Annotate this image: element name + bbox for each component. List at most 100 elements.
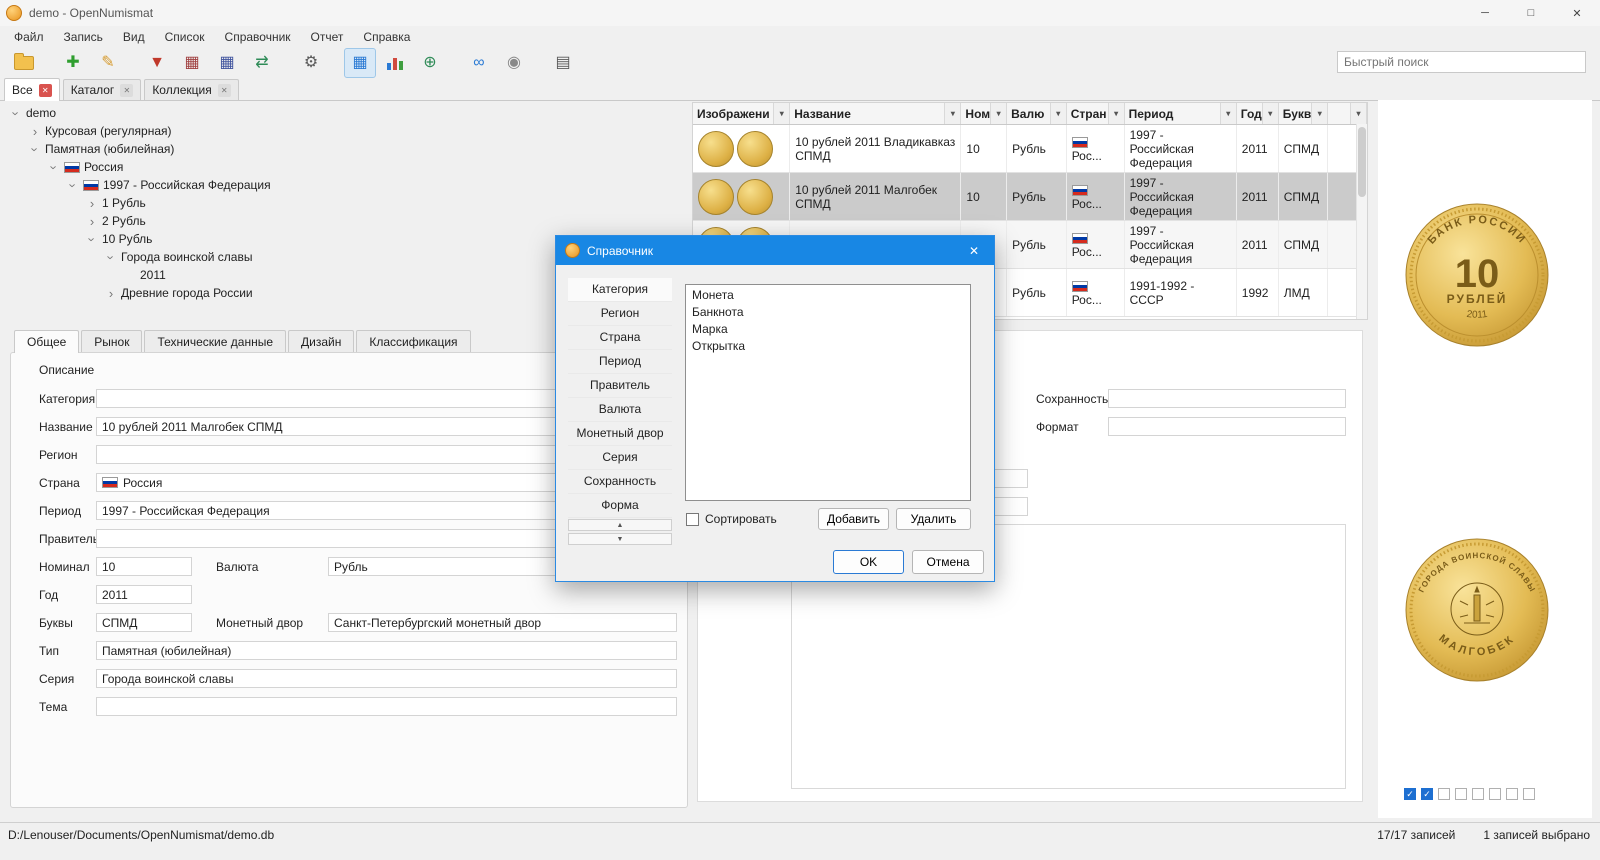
tree-expander-icon[interactable]: › — [29, 125, 41, 138]
settings-button[interactable]: ⚙ — [295, 48, 327, 78]
tab-close-icon[interactable]: ✕ — [38, 83, 52, 97]
tab-close-icon[interactable]: ✕ — [217, 83, 231, 97]
dialog-list-item-4[interactable]: Открытка — [686, 338, 970, 355]
column-header-1[interactable]: Изображени ▾ — [693, 103, 791, 125]
tree-expander-icon[interactable]: › — [28, 143, 43, 155]
add-record-button[interactable]: ✚ — [57, 48, 89, 78]
tree-expander-icon[interactable]: › — [105, 287, 117, 300]
minimize-button[interactable]: ─ — [1462, 0, 1508, 26]
sort-checkbox[interactable] — [686, 512, 699, 526]
dialog-section-7[interactable]: Монетный двор — [568, 422, 672, 446]
cell-year[interactable]: 2011 — [1236, 220, 1279, 269]
cell-year[interactable]: 2011 — [1236, 172, 1279, 221]
dialog-close-button[interactable]: ✕ — [954, 236, 994, 265]
column-header-6[interactable]: Период ▾ — [1124, 103, 1237, 125]
cell-letters[interactable]: СПМД — [1278, 220, 1329, 269]
cell-country[interactable]: Рос... — [1066, 220, 1125, 269]
view-tab-catalog[interactable]: Каталог ✕ — [62, 79, 142, 100]
tree-item-5[interactable]: › 1997 - Российская Федерация — [6, 176, 686, 194]
dialog-section-1[interactable]: Категория — [568, 278, 672, 302]
table-scrollbar[interactable] — [1356, 124, 1367, 319]
tree-expander-icon[interactable]: › — [47, 161, 62, 173]
cell-letters[interactable]: ЛМД — [1278, 268, 1329, 317]
cell-period[interactable]: 1997 - Российская Федерация — [1124, 220, 1237, 269]
dialog-section-10[interactable]: Форма — [568, 494, 672, 518]
tree-expander-icon[interactable]: › — [9, 107, 24, 119]
detail-tab-2[interactable]: Рынок — [81, 330, 143, 353]
price-button[interactable]: ◉ — [498, 48, 530, 78]
column-header-4[interactable]: Валю ▾ — [1006, 103, 1067, 125]
column-header-9[interactable]: ▾ — [1327, 103, 1367, 125]
dialog-section-5[interactable]: Правитель — [568, 374, 672, 398]
coin-reverse-image[interactable]: ГОРОДА ВОИНСКОЙ СЛАВЫ МАЛГОБЕК — [1402, 535, 1552, 685]
table-scrollbar-thumb[interactable] — [1358, 127, 1366, 197]
cell-images[interactable] — [693, 124, 791, 173]
view-tab-collection[interactable]: Коллекция ✕ — [144, 79, 239, 100]
table-clean-button[interactable]: ▦ — [176, 48, 208, 78]
cell-currency[interactable]: Рубль — [1006, 268, 1067, 317]
menu-view[interactable]: Вид — [113, 28, 155, 46]
cell-letters[interactable]: СПМД — [1278, 124, 1329, 173]
detail-tab-4[interactable]: Дизайн — [288, 330, 355, 353]
tree-expander-icon[interactable]: › — [86, 215, 98, 228]
field-input-7[interactable]: 10 — [96, 557, 192, 576]
format-input[interactable] — [1108, 417, 1346, 436]
field-input-8[interactable]: 2011 — [96, 585, 192, 604]
field-input-10[interactable]: Памятная (юбилейная) — [96, 641, 677, 660]
menu-reference[interactable]: Справочник — [215, 28, 301, 46]
menu-list[interactable]: Список — [155, 28, 215, 46]
cell-currency[interactable]: Рубль — [1006, 172, 1067, 221]
column-filter-icon[interactable]: ▾ — [1219, 103, 1236, 124]
detail-tab-3[interactable]: Технические данные — [144, 330, 286, 353]
edit-record-button[interactable]: ✎ — [92, 48, 124, 78]
tree-expander-icon[interactable]: › — [104, 251, 119, 263]
image-slot-checkbox-7[interactable] — [1506, 788, 1518, 800]
dialog-section-6[interactable]: Валюта — [568, 398, 672, 422]
column-filter-icon[interactable]: ▾ — [1107, 103, 1124, 124]
dialog-section-8[interactable]: Серия — [568, 446, 672, 470]
column-header-8[interactable]: Букв ▾ — [1278, 103, 1329, 125]
image-slot-checkbox-8[interactable] — [1523, 788, 1535, 800]
ok-button[interactable]: OK — [833, 550, 904, 574]
dialog-list-item-3[interactable]: Марка — [686, 321, 970, 338]
column-filter-icon[interactable]: ▾ — [1261, 103, 1278, 124]
column-header-5[interactable]: Стран ▾ — [1066, 103, 1125, 125]
image-slot-checkbox-4[interactable] — [1455, 788, 1467, 800]
tree-item-2[interactable]: › Курсовая (регулярная) — [6, 122, 686, 140]
menu-file[interactable]: Файл — [4, 28, 54, 46]
cell-nominal[interactable]: 10 — [960, 124, 1008, 173]
cell-nominal[interactable]: 10 — [960, 172, 1008, 221]
column-header-3[interactable]: Ном ▾ — [960, 103, 1008, 125]
table-row-2[interactable]: 10 рублей 2011 Малгобек СПМД 10 Рубль Рос..… — [693, 172, 1367, 221]
view-tab-all[interactable]: Все ✕ — [4, 78, 60, 101]
image-slot-checkbox-6[interactable] — [1489, 788, 1501, 800]
dialog-list-item-1[interactable]: Монета — [686, 287, 970, 304]
sections-scroll-up-button[interactable]: ▲ — [568, 519, 672, 531]
import-export-button[interactable]: ⇄ — [246, 48, 278, 78]
image-slot-checkbox-5[interactable] — [1472, 788, 1484, 800]
tab-close-icon[interactable]: ✕ — [120, 83, 134, 97]
tree-item-1[interactable]: › demo — [6, 104, 686, 122]
tree-item-4[interactable]: › Россия — [6, 158, 686, 176]
cell-name[interactable]: 10 рублей 2011 Владикавказ СПМД — [789, 124, 962, 173]
column-filter-icon[interactable]: ▾ — [1049, 103, 1066, 124]
column-filter-icon[interactable]: ▾ — [944, 103, 961, 124]
dialog-section-3[interactable]: Страна — [568, 326, 672, 350]
cell-name[interactable]: 10 рублей 2011 Малгобек СПМД — [789, 172, 962, 221]
remove-button[interactable]: Удалить — [896, 508, 971, 530]
image-slot-checkbox-2[interactable]: ✓ — [1421, 788, 1433, 800]
close-button[interactable]: ✕ — [1554, 0, 1600, 26]
tree-expander-icon[interactable]: › — [85, 233, 100, 245]
cell-currency[interactable]: Рубль — [1006, 220, 1067, 269]
table-select-button[interactable]: ▦ — [211, 48, 243, 78]
cell-country[interactable]: Рос... — [1066, 172, 1125, 221]
detail-tab-1[interactable]: Общее — [14, 330, 80, 353]
column-filter-icon[interactable]: ▾ — [1350, 103, 1366, 124]
statistics-button[interactable] — [379, 48, 411, 78]
image-slot-checkbox-1[interactable]: ✓ — [1404, 788, 1416, 800]
quick-search-input[interactable] — [1337, 51, 1586, 73]
table-view-button[interactable]: ▦ — [344, 48, 376, 78]
field-input-11[interactable]: Города воинской славы — [96, 669, 677, 688]
add-button[interactable]: Добавить — [818, 508, 889, 530]
dialog-section-4[interactable]: Период — [568, 350, 672, 374]
